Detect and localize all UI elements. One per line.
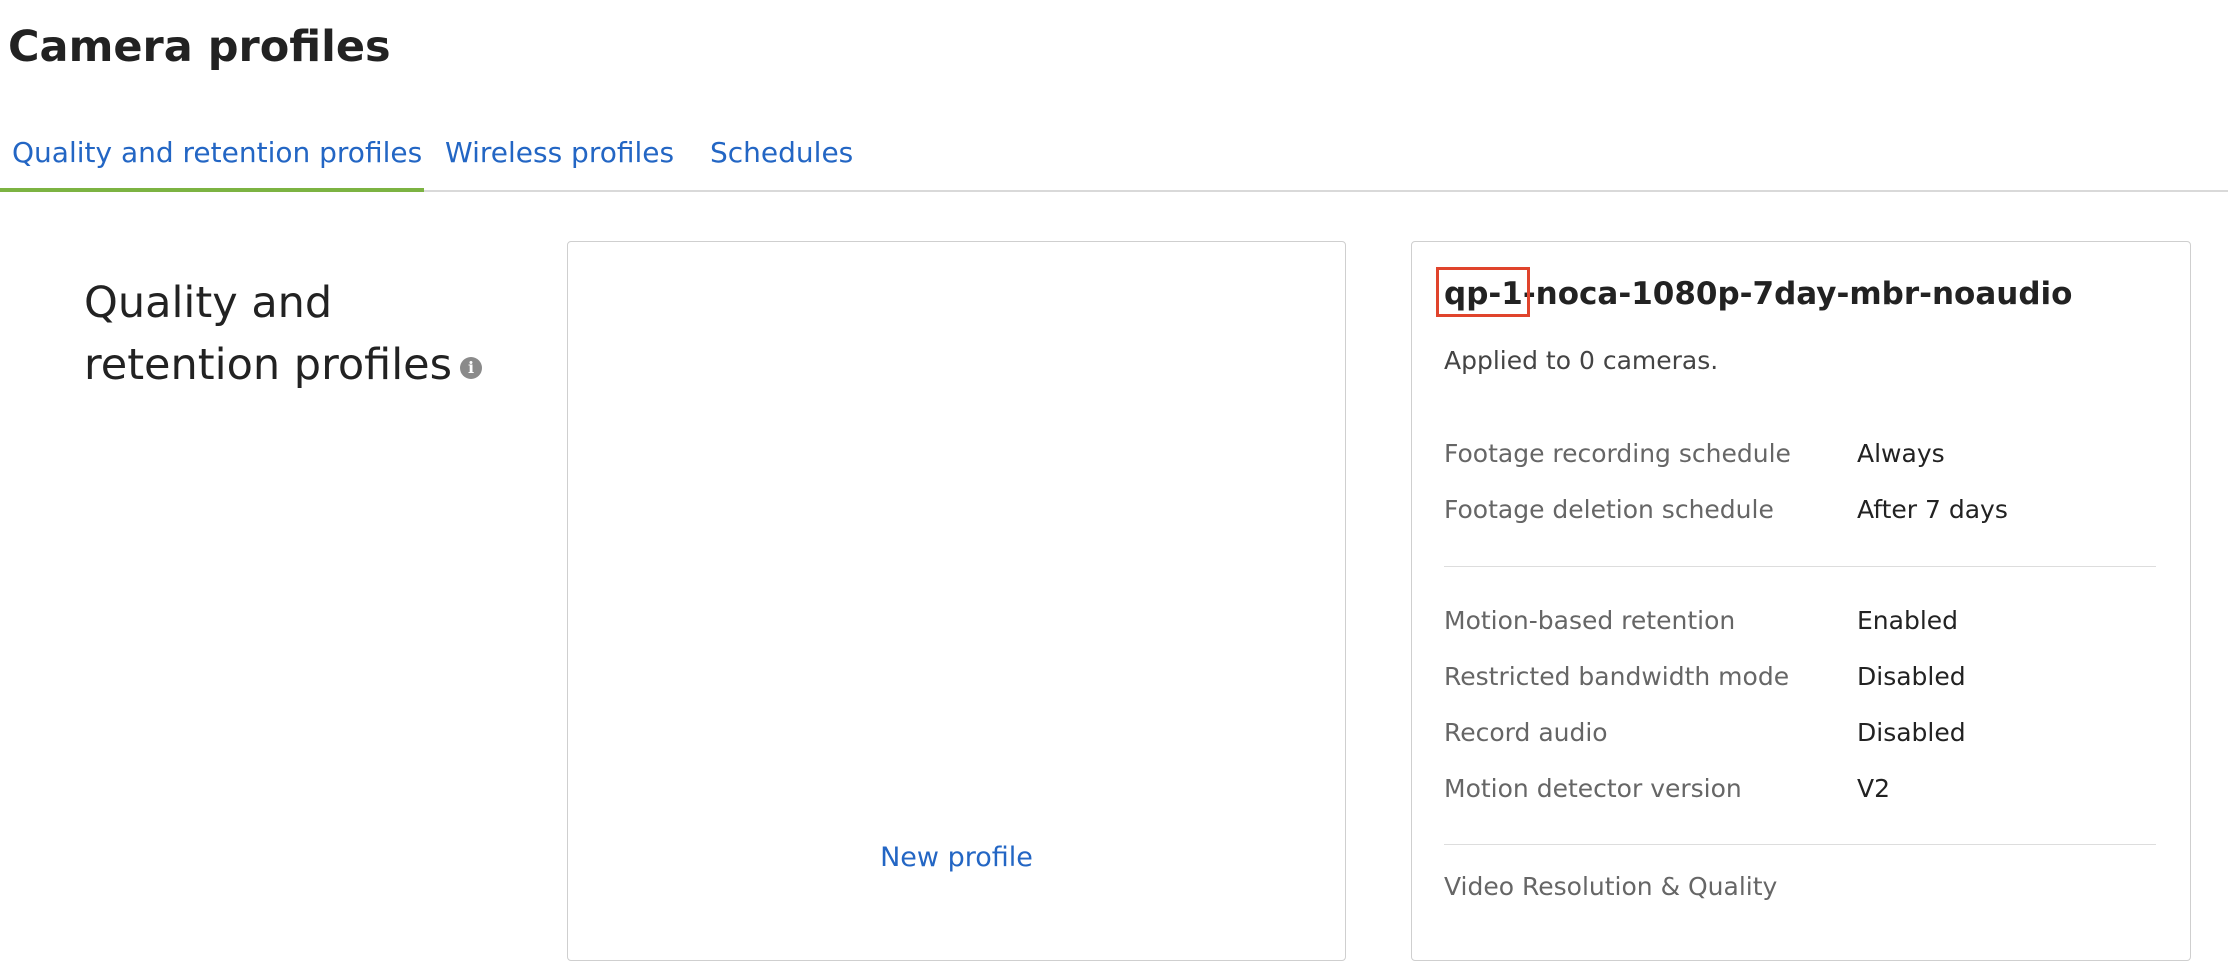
tab-bar: Quality and retention profiles Wireless … [0,126,2228,192]
detail-row-label: Footage deletion schedule [1444,495,1774,524]
new-profile-link[interactable]: New profile [880,842,1033,873]
detail-row-value: After 7 days [1857,495,2008,524]
divider [1444,844,2156,845]
detail-row-value: Always [1857,439,1945,468]
video-resolution-heading: Video Resolution & Quality [1444,872,1778,901]
detail-row-label: Record audio [1444,718,1608,747]
detail-row-value: Disabled [1857,718,1966,747]
detail-row-value: V2 [1857,774,1891,803]
detail-row-label: Footage recording schedule [1444,439,1791,468]
info-icon[interactable]: i [460,356,483,379]
new-profile-link-container: New profile [568,842,1345,873]
section-heading-line2-text: retention profiles [84,340,453,390]
section-heading: Quality and retention profiles i [84,272,504,396]
detail-row-value: Disabled [1857,662,1966,691]
detail-row-label: Restricted bandwidth mode [1444,662,1790,691]
applied-count-text: Applied to 0 cameras. [1444,346,1719,375]
page-title: Camera profiles [8,22,391,72]
tab-quality-and-retention-profiles[interactable]: Quality and retention profiles [0,126,424,192]
detail-row-value: Enabled [1857,606,1959,635]
tab-wireless-profiles[interactable]: Wireless profiles [445,126,674,192]
profile-detail-panel: qp-1-noca-1080p-7day-mbr-noaudio Applied… [1411,241,2191,961]
divider [1444,566,2156,567]
tab-schedules[interactable]: Schedules [710,126,853,192]
section-heading-line1: Quality and [84,278,333,328]
profile-list-panel: New profile [567,241,1346,961]
detail-row-label: Motion-based retention [1444,606,1736,635]
section-heading-line2: retention profiles i [84,334,504,396]
profile-name: qp-1-noca-1080p-7day-mbr-noaudio [1444,276,2073,312]
detail-row-label: Motion detector version [1444,774,1742,803]
